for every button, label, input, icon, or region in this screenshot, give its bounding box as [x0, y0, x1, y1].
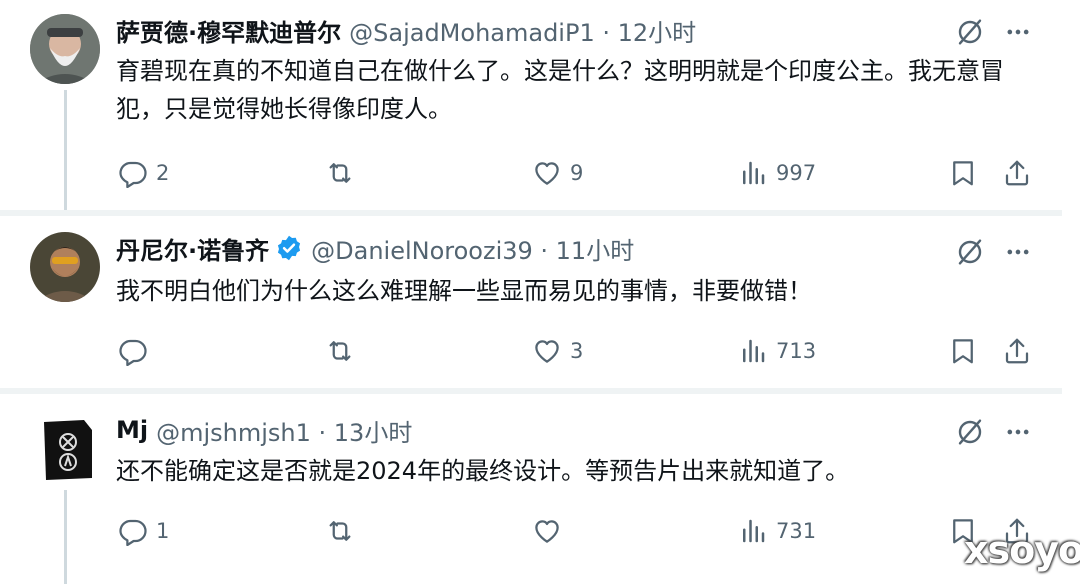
thread-line	[64, 90, 67, 210]
like-count: 9	[570, 161, 584, 185]
retweet-icon	[325, 516, 355, 546]
tweet-2[interactable]: 丹尼尔·诺鲁齐 @DanielNoroozi39 · 11小时 我不明白他们为什…	[0, 216, 1062, 388]
more-icon[interactable]	[1002, 238, 1034, 266]
verified-badge-icon[interactable]	[275, 234, 303, 262]
like-count: 3	[570, 339, 584, 363]
avatar-image	[30, 14, 100, 84]
views-icon	[738, 158, 768, 188]
views-count: 997	[776, 161, 817, 185]
tweet-header: 萨贾德·穆罕默迪普尔 @SajadMohamadiP1 · 12小时	[116, 12, 696, 48]
display-name[interactable]: Mj	[116, 416, 148, 444]
grok-icon[interactable]	[954, 16, 986, 48]
views-button[interactable]: 997	[738, 158, 816, 188]
share-icon	[1002, 336, 1032, 366]
more-icon[interactable]	[1002, 418, 1034, 446]
like-icon	[532, 516, 562, 546]
reply-icon	[118, 158, 148, 188]
views-count: 713	[776, 339, 817, 363]
like-button[interactable]	[532, 516, 570, 546]
views-button[interactable]: 713	[738, 336, 816, 366]
reply-button[interactable]	[118, 336, 156, 366]
handle-and-time[interactable]: @SajadMohamadiP1 · 12小时	[349, 13, 696, 48]
reply-button[interactable]: 1	[118, 516, 169, 546]
share-icon	[1002, 158, 1032, 188]
views-count: 731	[776, 519, 817, 543]
retweet-button[interactable]	[325, 158, 363, 188]
bookmark-icon	[948, 336, 978, 366]
bookmark-icon	[948, 158, 978, 188]
like-icon	[532, 336, 562, 366]
display-name[interactable]: 丹尼尔·诺鲁齐	[116, 231, 269, 266]
tweet-text: 我不明白他们为什么这么难理解一些显而易见的事情，非要做错！	[116, 277, 812, 305]
reply-button[interactable]: 2	[118, 158, 169, 188]
reply-count: 2	[156, 161, 170, 185]
tweet-text: 育碧现在真的不知道自己在做什么了。这是什么？这明明就是个印度公主。我无意冒犯，只…	[116, 57, 1004, 123]
reply-icon	[118, 516, 148, 546]
handle-and-time[interactable]: @mjshmjsh1 · 13小时	[156, 413, 412, 448]
like-icon	[532, 158, 562, 188]
retweet-button[interactable]	[325, 336, 363, 366]
avatar[interactable]	[30, 232, 100, 302]
views-icon	[738, 516, 768, 546]
like-button[interactable]: 9	[532, 158, 583, 188]
avatar[interactable]	[38, 418, 98, 482]
bookmark-button[interactable]	[948, 158, 978, 188]
tweet-header: Mj @mjshmjsh1 · 13小时	[116, 412, 412, 448]
share-button[interactable]	[1002, 158, 1032, 188]
retweet-button[interactable]	[325, 516, 363, 546]
share-button[interactable]	[1002, 336, 1032, 366]
avatar-image	[44, 420, 92, 480]
like-button[interactable]: 3	[532, 336, 583, 366]
grok-icon[interactable]	[954, 416, 986, 448]
watermark: xsoyo	[964, 528, 1080, 572]
tweet-header: 丹尼尔·诺鲁齐 @DanielNoroozi39 · 11小时	[116, 230, 634, 266]
tweet-3[interactable]: Mj @mjshmjsh1 · 13小时 还不能确定这是否就是2024年的最终设…	[0, 394, 1062, 584]
grok-icon[interactable]	[954, 236, 986, 268]
avatar[interactable]	[30, 14, 100, 84]
reply-icon	[118, 336, 148, 366]
retweet-icon	[325, 336, 355, 366]
tweet-1[interactable]: 萨贾德·穆罕默迪普尔 @SajadMohamadiP1 · 12小时 育碧现在真…	[0, 0, 1062, 210]
views-button[interactable]: 731	[738, 516, 816, 546]
bookmark-button[interactable]	[948, 336, 978, 366]
views-icon	[738, 336, 768, 366]
handle-and-time[interactable]: @DanielNoroozi39 · 11小时	[311, 231, 634, 266]
thread-line	[64, 490, 67, 584]
more-icon[interactable]	[1002, 18, 1034, 46]
reply-count: 1	[156, 519, 170, 543]
avatar-image	[30, 232, 100, 302]
tweet-text: 还不能确定这是否就是2024年的最终设计。等预告片出来就知道了。	[116, 457, 850, 485]
display-name[interactable]: 萨贾德·穆罕默迪普尔	[116, 13, 341, 48]
retweet-icon	[325, 158, 355, 188]
